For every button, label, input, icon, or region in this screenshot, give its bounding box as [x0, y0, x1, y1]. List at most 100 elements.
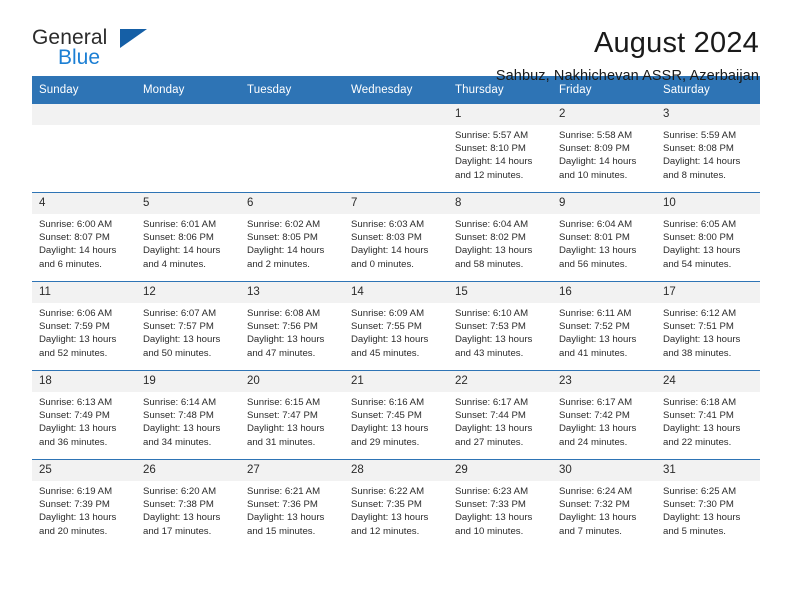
sunrise-time: Sunrise: 6:02 AM — [247, 219, 321, 230]
daylight-duration: Daylight: 14 hours and 6 minutes. — [39, 245, 117, 270]
sunset-time: Sunset: 7:42 PM — [559, 410, 630, 422]
daylight-duration: Daylight: 13 hours and 27 minutes. — [455, 423, 533, 448]
calendar-day-cell[interactable]: 18 Sunrise: 6:13 AM Sunset: 7:49 PM Dayligh… — [32, 370, 136, 460]
day-number: 4 — [32, 193, 136, 214]
sunrise-time: Sunrise: 6:20 AM — [143, 486, 217, 497]
daylight-duration: Daylight: 13 hours and 50 minutes. — [143, 334, 221, 359]
sunrise-time: Sunrise: 6:25 AM — [663, 486, 737, 497]
day-number: 22 — [448, 371, 552, 392]
sunrise-time: Sunrise: 6:11 AM — [559, 308, 632, 319]
calendar-day-cell[interactable]: 19 Sunrise: 6:14 AM Sunset: 7:48 PM Dayligh… — [136, 370, 240, 460]
day-details: Sunrise: 5:57 AM Sunset: 8:10 PM Daylight:… — [448, 125, 552, 182]
calendar-day-cell[interactable]: 13 Sunrise: 6:08 AM Sunset: 7:56 PM Dayligh… — [240, 281, 344, 371]
day-details: Sunrise: 5:58 AM Sunset: 8:09 PM Daylight:… — [552, 125, 656, 182]
calendar-day-cell[interactable]: 15 Sunrise: 6:10 AM Sunset: 7:53 PM Dayligh… — [448, 281, 552, 371]
sunrise-time: Sunrise: 6:22 AM — [351, 486, 425, 497]
calendar-day-cell[interactable]: 28 Sunrise: 6:22 AM Sunset: 7:35 PM Dayligh… — [344, 459, 448, 548]
calendar-day-cell[interactable]: 20 Sunrise: 6:15 AM Sunset: 7:47 PM Dayligh… — [240, 370, 344, 460]
sunset-time: Sunset: 7:36 PM — [247, 499, 318, 511]
calendar-day-cell[interactable]: 21 Sunrise: 6:16 AM Sunset: 7:45 PM Dayligh… — [344, 370, 448, 460]
sunset-time: Sunset: 7:44 PM — [455, 410, 526, 422]
calendar-day-cell[interactable]: 8 Sunrise: 6:04 AM Sunset: 8:02 PM Daylight… — [448, 192, 552, 282]
generalblue-logo[interactable]: General Blue — [32, 26, 147, 72]
sunset-time: Sunset: 7:38 PM — [143, 499, 214, 511]
calendar-day-cell[interactable]: 7 Sunrise: 6:03 AM Sunset: 8:03 PM Daylight… — [344, 192, 448, 282]
calendar-day-cell[interactable]: 10 Sunrise: 6:05 AM Sunset: 8:00 PM Dayligh… — [656, 192, 760, 282]
day-number — [344, 104, 448, 125]
day-number — [32, 104, 136, 125]
weekday-header-sunday: Sunday — [32, 76, 136, 104]
sunrise-time: Sunrise: 6:00 AM — [39, 219, 113, 230]
day-number: 2 — [552, 104, 656, 125]
calendar-day-cell[interactable]: 11 Sunrise: 6:06 AM Sunset: 7:59 PM Dayligh… — [32, 281, 136, 371]
calendar-day-cell[interactable]: 23 Sunrise: 6:17 AM Sunset: 7:42 PM Dayligh… — [552, 370, 656, 460]
calendar-day-cell[interactable]: 3 Sunrise: 5:59 AM Sunset: 8:08 PM Daylight… — [656, 104, 760, 193]
day-number: 6 — [240, 193, 344, 214]
calendar-day-cell[interactable]: 30 Sunrise: 6:24 AM Sunset: 7:32 PM Dayligh… — [552, 459, 656, 548]
calendar-day-cell[interactable]: 9 Sunrise: 6:04 AM Sunset: 8:01 PM Daylight… — [552, 192, 656, 282]
day-number: 28 — [344, 460, 448, 481]
sunset-time: Sunset: 7:32 PM — [559, 499, 630, 511]
calendar-day-cell[interactable]: 27 Sunrise: 6:21 AM Sunset: 7:36 PM Dayligh… — [240, 459, 344, 548]
sunset-time: Sunset: 8:01 PM — [559, 232, 630, 244]
day-details: Sunrise: 6:06 AM Sunset: 7:59 PM Daylight:… — [32, 303, 136, 360]
day-number: 23 — [552, 371, 656, 392]
sunrise-time: Sunrise: 6:09 AM — [351, 308, 425, 319]
calendar-day-cell[interactable]: 1 Sunrise: 5:57 AM Sunset: 8:10 PM Daylight… — [448, 104, 552, 193]
day-number: 21 — [344, 371, 448, 392]
sunrise-time: Sunrise: 6:15 AM — [247, 397, 321, 408]
day-details: Sunrise: 5:59 AM Sunset: 8:08 PM Daylight:… — [656, 125, 760, 182]
calendar-day-cell[interactable]: 16 Sunrise: 6:11 AM Sunset: 7:52 PM Dayligh… — [552, 281, 656, 371]
daylight-duration: Daylight: 14 hours and 4 minutes. — [143, 245, 221, 270]
sunrise-time: Sunrise: 6:17 AM — [559, 397, 633, 408]
day-details: Sunrise: 6:15 AM Sunset: 7:47 PM Daylight:… — [240, 392, 344, 449]
daylight-duration: Daylight: 13 hours and 52 minutes. — [39, 334, 117, 359]
calendar-week-row: 11 Sunrise: 6:06 AM Sunset: 7:59 PM Dayligh… — [32, 281, 760, 371]
sunrise-time: Sunrise: 6:24 AM — [559, 486, 633, 497]
calendar-day-cell[interactable]: 17 Sunrise: 6:12 AM Sunset: 7:51 PM Dayligh… — [656, 281, 760, 371]
day-number: 29 — [448, 460, 552, 481]
day-number: 8 — [448, 193, 552, 214]
calendar-day-cell[interactable]: 12 Sunrise: 6:07 AM Sunset: 7:57 PM Dayligh… — [136, 281, 240, 371]
calendar-week-row: 1 Sunrise: 5:57 AM Sunset: 8:10 PM Daylight… — [32, 104, 760, 193]
daylight-duration: Daylight: 13 hours and 54 minutes. — [663, 245, 741, 270]
calendar-day-cell[interactable]: 22 Sunrise: 6:17 AM Sunset: 7:44 PM Dayligh… — [448, 370, 552, 460]
daylight-duration: Daylight: 13 hours and 20 minutes. — [39, 512, 117, 537]
day-details: Sunrise: 6:07 AM Sunset: 7:57 PM Daylight:… — [136, 303, 240, 360]
sunrise-time: Sunrise: 6:19 AM — [39, 486, 113, 497]
daylight-duration: Daylight: 14 hours and 0 minutes. — [351, 245, 429, 270]
calendar-day-cell[interactable]: 2 Sunrise: 5:58 AM Sunset: 8:09 PM Daylight… — [552, 104, 656, 193]
calendar-body: 1 Sunrise: 5:57 AM Sunset: 8:10 PM Daylight… — [32, 104, 760, 548]
day-number: 27 — [240, 460, 344, 481]
logo-text-blue: Blue — [58, 46, 101, 69]
sunset-time: Sunset: 7:47 PM — [247, 410, 318, 422]
calendar-day-cell[interactable]: 26 Sunrise: 6:20 AM Sunset: 7:38 PM Dayligh… — [136, 459, 240, 548]
calendar-day-cell[interactable]: 29 Sunrise: 6:23 AM Sunset: 7:33 PM Dayligh… — [448, 459, 552, 548]
day-number: 18 — [32, 371, 136, 392]
calendar-day-cell[interactable]: 24 Sunrise: 6:18 AM Sunset: 7:41 PM Dayligh… — [656, 370, 760, 460]
daylight-duration: Daylight: 13 hours and 47 minutes. — [247, 334, 325, 359]
calendar-day-cell[interactable]: 4 Sunrise: 6:00 AM Sunset: 8:07 PM Daylight… — [32, 192, 136, 282]
day-details: Sunrise: 6:14 AM Sunset: 7:48 PM Daylight:… — [136, 392, 240, 449]
day-number: 9 — [552, 193, 656, 214]
calendar-day-cell[interactable]: 6 Sunrise: 6:02 AM Sunset: 8:05 PM Daylight… — [240, 192, 344, 282]
daylight-duration: Daylight: 14 hours and 12 minutes. — [455, 156, 533, 181]
day-number: 10 — [656, 193, 760, 214]
calendar-day-cell[interactable]: 31 Sunrise: 6:25 AM Sunset: 7:30 PM Dayligh… — [656, 459, 760, 548]
day-details: Sunrise: 6:04 AM Sunset: 8:02 PM Daylight:… — [448, 214, 552, 271]
sunset-time: Sunset: 8:05 PM — [247, 232, 318, 244]
sunrise-time: Sunrise: 6:08 AM — [247, 308, 321, 319]
day-number — [136, 104, 240, 125]
day-number: 5 — [136, 193, 240, 214]
sunset-time: Sunset: 7:52 PM — [559, 321, 630, 333]
daylight-duration: Daylight: 13 hours and 24 minutes. — [559, 423, 637, 448]
calendar-day-cell[interactable]: 25 Sunrise: 6:19 AM Sunset: 7:39 PM Dayligh… — [32, 459, 136, 548]
sunrise-time: Sunrise: 6:18 AM — [663, 397, 737, 408]
sunset-time: Sunset: 8:02 PM — [455, 232, 526, 244]
daylight-duration: Daylight: 13 hours and 56 minutes. — [559, 245, 637, 270]
calendar-day-cell[interactable]: 5 Sunrise: 6:01 AM Sunset: 8:06 PM Daylight… — [136, 192, 240, 282]
day-details: Sunrise: 6:03 AM Sunset: 8:03 PM Daylight:… — [344, 214, 448, 271]
daylight-duration: Daylight: 14 hours and 8 minutes. — [663, 156, 741, 181]
sunrise-time: Sunrise: 6:05 AM — [663, 219, 737, 230]
calendar-day-cell[interactable]: 14 Sunrise: 6:09 AM Sunset: 7:55 PM Dayligh… — [344, 281, 448, 371]
